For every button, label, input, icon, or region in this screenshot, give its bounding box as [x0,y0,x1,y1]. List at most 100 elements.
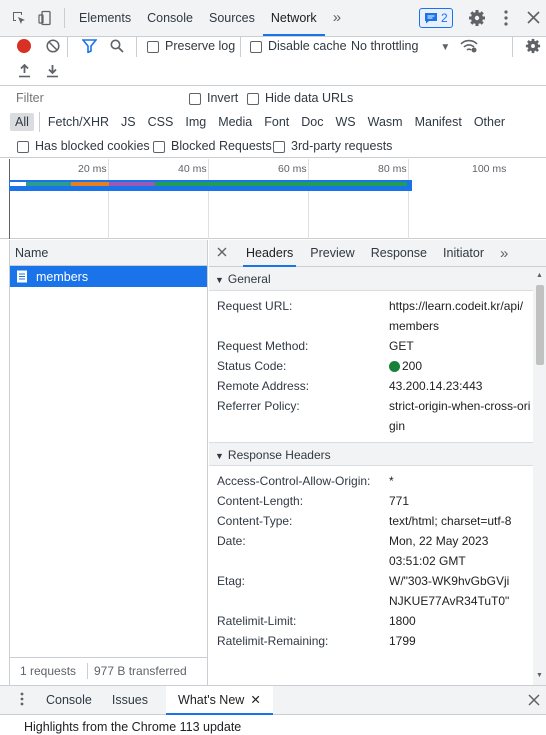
whats-new-content: Highlights from the Chrome 113 update [24,720,242,734]
header-value: GET [389,339,414,353]
header-key: Referrer Policy: [217,399,300,413]
close-details-icon[interactable] [217,246,227,260]
expand-triangle-icon: ▼ [215,275,224,285]
type-manifest[interactable]: Manifest [410,113,467,131]
filter-input[interactable] [10,89,176,107]
resource-type-filters: All Fetch/XHR JS CSS Img Media Font Doc … [10,111,512,133]
has-blocked-cookies-label: Has blocked cookies [35,139,150,153]
record-icon[interactable] [17,39,31,53]
preserve-log-label: Preserve log [165,39,236,53]
network-settings-icon[interactable] [525,38,541,57]
drawer-tab-console[interactable]: Console [46,693,92,707]
request-row[interactable]: members [10,266,207,287]
invert-label: Invert [207,91,239,105]
type-font[interactable]: Font [259,113,294,131]
disable-cache-label: Disable cache [268,39,347,53]
type-img[interactable]: Img [180,113,211,131]
hide-data-urls-checkbox[interactable]: Hide data URLs [247,91,353,105]
name-column-header[interactable]: Name [10,240,207,266]
drawer-menu-icon[interactable] [20,692,24,709]
scrollbar-thumb[interactable] [536,285,544,365]
header-row: Content-Type: text/html; charset=utf-8 [217,511,533,531]
clear-icon[interactable] [46,39,60,56]
request-name: members [36,269,89,284]
header-row: Ratelimit-Remaining: 1799 [217,631,533,651]
scroll-up-icon[interactable]: ▲ [536,272,543,279]
timeline-overview[interactable]: 20 ms 40 ms 60 ms 80 ms 100 ms [0,159,546,239]
issues-badge[interactable]: 2 [419,8,453,28]
throttling-select[interactable]: No throttling ▼ [351,39,450,53]
type-all[interactable]: All [10,113,34,131]
status-code-value: 200 [389,356,533,376]
throttling-value: No throttling [351,39,419,53]
blocked-filters-row: Has blocked cookies Blocked Requests 3rd… [0,136,546,158]
response-headers-section: Access-Control-Allow-Origin: * Content-Le… [209,466,533,651]
tick-label: 100 ms [472,163,507,175]
close-drawer-icon[interactable] [528,694,540,709]
network-conditions-icon[interactable] [459,38,479,57]
vertical-scrollbar[interactable]: ▲ ▼ [533,267,546,685]
device-toolbar-icon[interactable] [32,5,58,31]
preserve-log-checkbox[interactable]: Preserve log [147,39,235,53]
type-fetch-xhr[interactable]: Fetch/XHR [43,113,114,131]
disable-cache-checkbox[interactable]: Disable cache [250,39,347,53]
type-css[interactable]: CSS [143,113,179,131]
request-details: Headers Preview Response Initiator » ▼ Ge… [209,240,546,685]
details-tabbar: Headers Preview Response Initiator » [209,240,546,267]
separator [240,37,241,57]
blocked-requests-checkbox[interactable]: Blocked Requests [153,139,272,153]
type-doc[interactable]: Doc [296,113,328,131]
tab-headers[interactable]: Headers [243,240,297,267]
header-row: Request URL: https://learn.codeit.kr/api/… [217,296,533,336]
general-section-header[interactable]: ▼ General [209,267,533,291]
tab-initiator[interactable]: Initiator [443,246,484,260]
header-value: https://learn.codeit.kr/api/members [389,299,524,333]
scroll-down-icon[interactable]: ▼ [536,672,543,679]
header-row: Date: Mon, 22 May 2023 03:51:02 GMT [217,531,533,571]
close-tab-icon[interactable]: ✕ [250,693,260,707]
devtools-tabbar: Elements Console Sources Network » 2 [0,0,546,37]
more-options-icon[interactable] [504,10,508,29]
import-har-icon[interactable] [18,63,31,81]
header-value: W/"303-WK9hvGbGVjiNJKUE77AvR34TuT0" [389,574,510,608]
separator [136,37,137,57]
tab-sources[interactable]: Sources [201,0,263,36]
tab-elements[interactable]: Elements [71,0,139,36]
invert-checkbox[interactable]: Invert [189,91,238,105]
header-key: Ratelimit-Remaining: [217,634,329,648]
tab-preview[interactable]: Preview [310,246,354,260]
tab-console[interactable]: Console [139,0,201,36]
drawer-tab-issues[interactable]: Issues [112,693,148,707]
settings-icon[interactable] [468,9,486,30]
header-value: 1800 [389,614,416,628]
general-section: Request URL: https://learn.codeit.kr/api/… [209,291,533,442]
header-key: Date: [217,534,246,548]
response-headers-section-header[interactable]: ▼ Response Headers [209,442,533,466]
tick-label: 80 ms [378,163,407,175]
hide-data-urls-label: Hide data URLs [265,91,354,105]
close-devtools-icon[interactable] [527,11,540,27]
inspect-element-icon[interactable] [6,5,32,31]
header-key: Content-Length: [217,494,304,508]
type-media[interactable]: Media [213,113,257,131]
has-blocked-cookies-checkbox[interactable]: Has blocked cookies [17,139,150,153]
export-har-icon[interactable] [46,64,59,81]
third-party-requests-checkbox[interactable]: 3rd-party requests [273,139,392,153]
header-value: 771 [389,494,410,508]
type-wasm[interactable]: Wasm [363,113,408,131]
filter-icon[interactable] [81,39,98,56]
third-party-requests-label: 3rd-party requests [291,139,393,153]
search-icon[interactable] [110,39,124,56]
tab-network[interactable]: Network [262,0,325,36]
separator [67,37,68,57]
headers-pane: ▼ General Request URL: https://learn.codei… [209,267,533,685]
drawer-tab-whats-new[interactable]: What's New ✕ [166,685,273,715]
header-row: Etag: W/"303-WK9hvGbGVjiNJKUE77AvR34TuT0" [217,571,533,611]
more-tabs-icon[interactable]: » [325,0,349,36]
transferred-size: 977 B transferred [94,664,187,678]
type-js[interactable]: JS [116,113,141,131]
more-tabs-icon[interactable]: » [500,245,508,262]
type-ws[interactable]: WS [330,113,360,131]
tab-response[interactable]: Response [371,246,427,260]
type-other[interactable]: Other [469,113,510,131]
